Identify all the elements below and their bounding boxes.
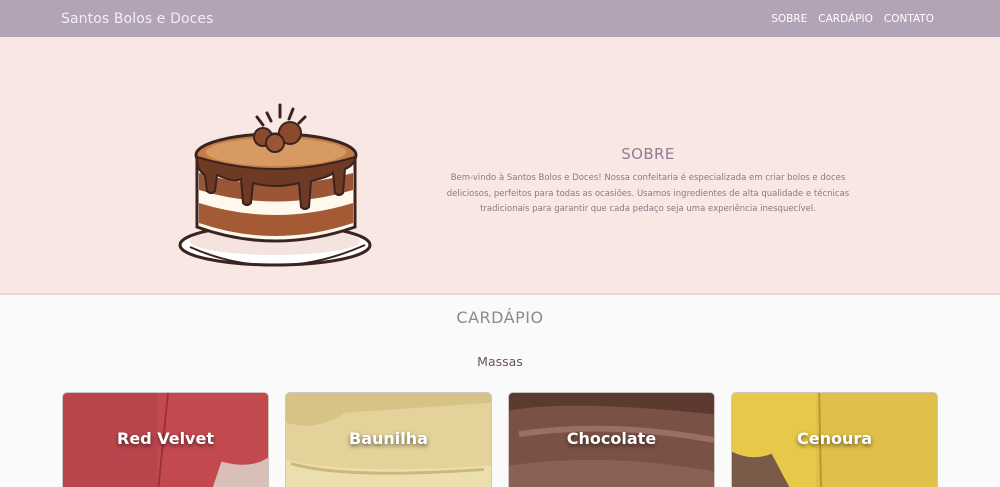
about-text: SOBRE Bem-vindo à Santos Bolos e Doces! …	[433, 145, 863, 218]
menu-section: CARDÁPIO Massas Red Velvet Baunilha Choc…	[0, 295, 1000, 487]
menu-subtitle: Massas	[477, 354, 523, 369]
nav-link-contato[interactable]: CONTATO	[884, 13, 934, 25]
menu-title: CARDÁPIO	[456, 308, 544, 327]
menu-card-baunilha[interactable]: Baunilha	[285, 392, 492, 487]
cake-illustration	[178, 103, 372, 267]
brand-link[interactable]: Santos Bolos e Doces	[61, 11, 214, 27]
about-title: SOBRE	[621, 145, 675, 163]
menu-cards: Red Velvet Baunilha Chocolate Cenoura	[62, 392, 938, 487]
navbar: Santos Bolos e Doces SOBRE CARDÁPIO CONT…	[0, 0, 1000, 37]
nav-link-sobre[interactable]: SOBRE	[771, 13, 807, 25]
menu-card-chocolate[interactable]: Chocolate	[508, 392, 715, 487]
nav-links: SOBRE CARDÁPIO CONTATO	[771, 13, 934, 25]
menu-card-label: Chocolate	[566, 429, 657, 448]
menu-card-red-velvet[interactable]: Red Velvet	[62, 392, 269, 487]
menu-card-cenoura[interactable]: Cenoura	[731, 392, 938, 487]
about-section: SOBRE Bem-vindo à Santos Bolos e Doces! …	[0, 37, 1000, 295]
menu-card-label: Red Velvet	[117, 429, 214, 448]
nav-link-cardapio[interactable]: CARDÁPIO	[818, 13, 873, 25]
about-description: Bem-vindo à Santos Bolos e Doces! Nossa …	[446, 173, 850, 214]
menu-card-label: Cenoura	[796, 429, 873, 448]
menu-card-label: Baunilha	[349, 429, 428, 448]
